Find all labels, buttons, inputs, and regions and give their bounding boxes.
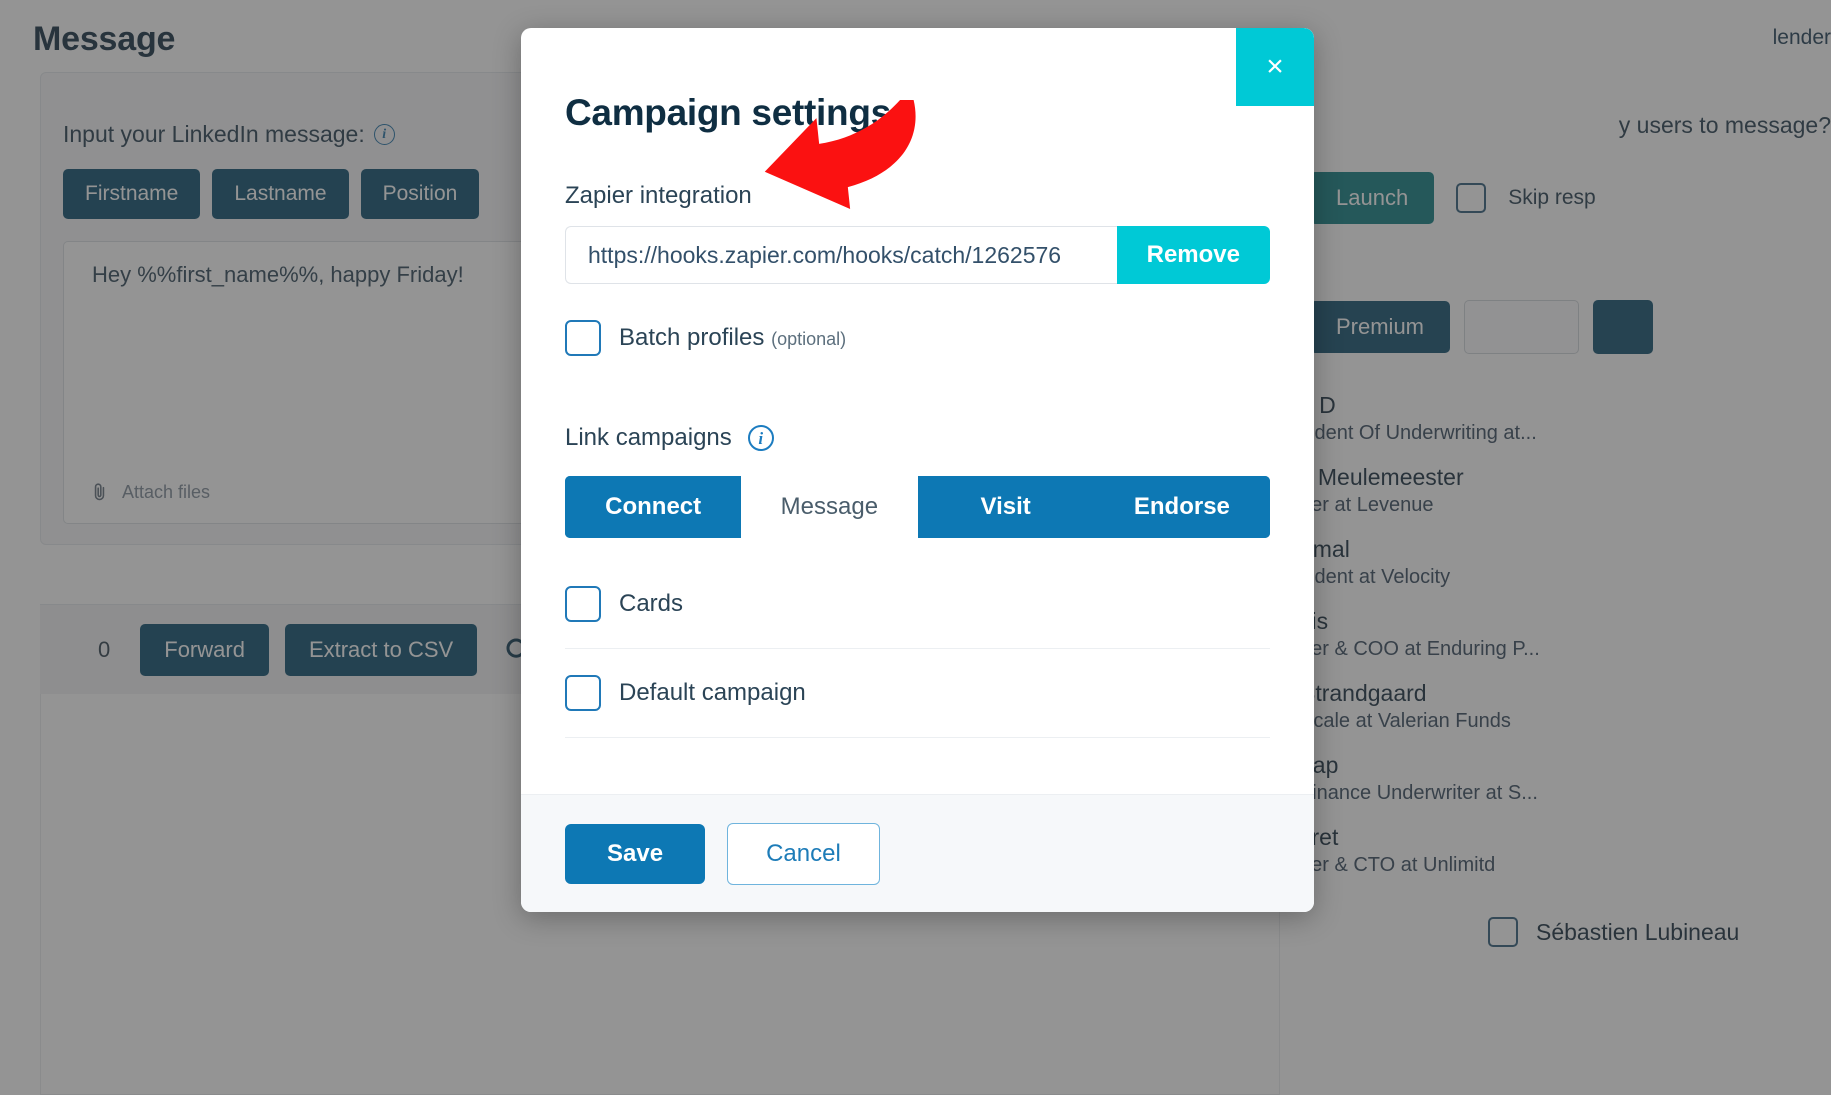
zapier-url-input[interactable] — [565, 226, 1117, 284]
zapier-input-row: Remove — [565, 226, 1270, 284]
zapier-integration-label: Zapier integration — [565, 182, 752, 209]
screen-root: Message lender Input your LinkedIn messa… — [0, 0, 1831, 1095]
remove-button[interactable]: Remove — [1116, 226, 1270, 284]
tab-message[interactable]: Message — [741, 476, 918, 538]
info-icon[interactable]: i — [747, 425, 774, 451]
modal-body: Campaign settings Zapier integration Rem… — [521, 28, 1314, 738]
link-campaigns-label-row: Link campaigns i — [565, 424, 1270, 452]
default-campaign-option-row: Default campaign — [565, 648, 1270, 738]
default-campaign-label: Default campaign — [619, 679, 806, 706]
batch-profiles-row: Batch profiles (optional) — [565, 320, 1270, 356]
tab-endorse[interactable]: Endorse — [1093, 476, 1270, 538]
link-campaigns-label: Link campaigns — [565, 424, 732, 451]
modal-title: Campaign settings — [565, 92, 891, 133]
batch-profiles-text: Batch profiles — [619, 324, 765, 351]
link-campaigns-tabs: Connect Message Visit Endorse — [565, 476, 1270, 538]
campaign-settings-modal: × Campaign settings Zapier integration R… — [521, 28, 1314, 912]
save-button[interactable]: Save — [565, 823, 706, 884]
cards-option-row: Cards — [565, 560, 1270, 648]
batch-profiles-checkbox[interactable] — [565, 320, 601, 356]
tab-connect[interactable]: Connect — [565, 476, 742, 538]
tab-visit[interactable]: Visit — [917, 476, 1094, 538]
cancel-button[interactable]: Cancel — [727, 822, 880, 885]
cards-checkbox[interactable] — [565, 586, 601, 622]
batch-profiles-label: Batch profiles (optional) — [619, 324, 846, 352]
modal-footer: Save Cancel — [521, 794, 1314, 912]
close-icon[interactable]: × — [1236, 28, 1314, 106]
default-campaign-checkbox[interactable] — [565, 675, 601, 711]
batch-profiles-optional: (optional) — [771, 329, 847, 349]
cards-label: Cards — [619, 590, 684, 617]
